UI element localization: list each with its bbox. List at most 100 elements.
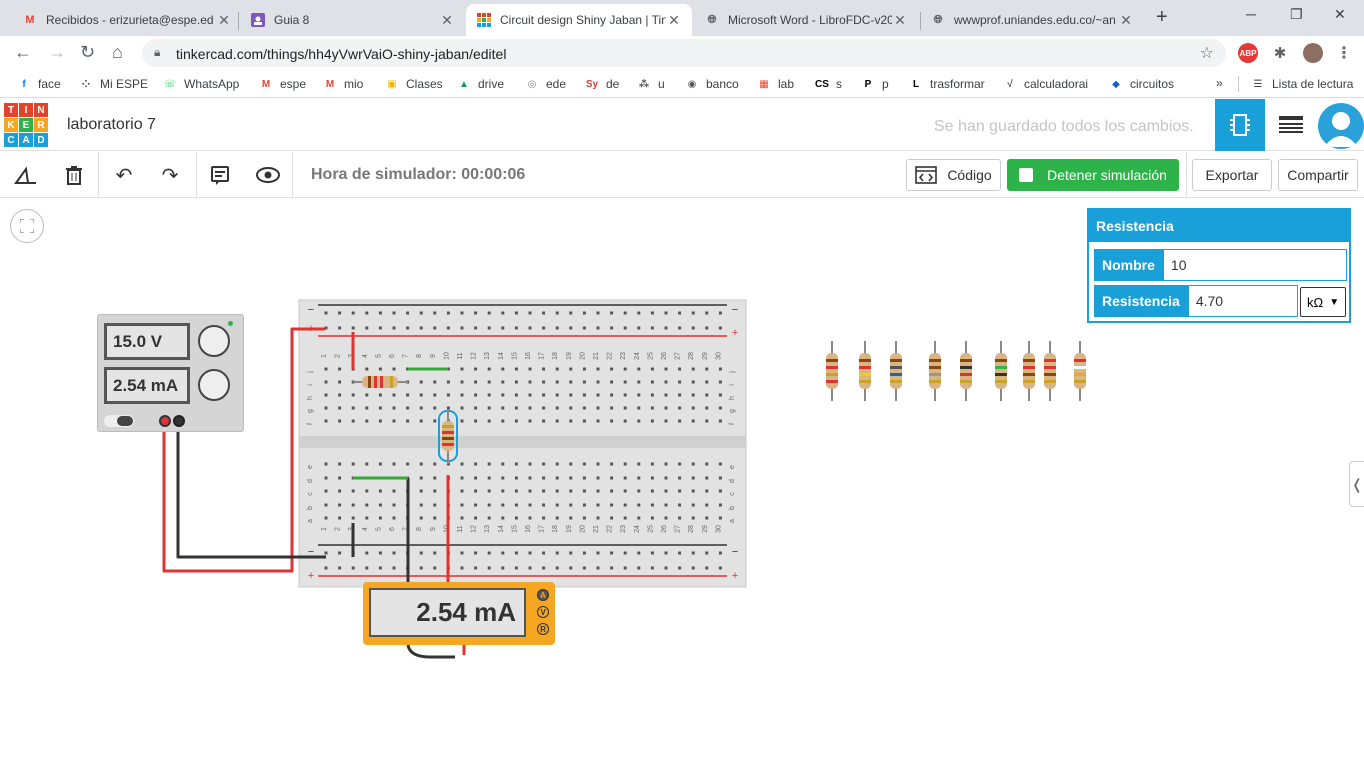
trash-icon[interactable] — [62, 163, 86, 187]
breadboard-label: 16 — [525, 352, 532, 360]
bookmark-label: s — [836, 77, 842, 91]
star-icon[interactable]: ☆ — [1200, 43, 1214, 63]
resistor-6[interactable] — [1023, 341, 1035, 401]
breadboard-label: 9 — [430, 354, 437, 358]
bookmark-14[interactable]: Ltrasformar — [908, 76, 985, 92]
forward-arrow-icon[interactable]: → — [48, 42, 66, 63]
export-button[interactable]: Exportar — [1192, 159, 1272, 191]
tab-uniandes[interactable]: 🌐︎ wwwprof.uniandes.edu.co/~an ✕ — [920, 4, 1144, 36]
address-bar[interactable]: 🔒︎ tinkercad.com/things/hh4yVwrVaiO-shin… — [142, 39, 1226, 67]
bookmark-9[interactable]: ⁂ u — [636, 76, 665, 92]
user-avatar[interactable] — [1318, 103, 1364, 149]
resistor-4[interactable] — [960, 341, 972, 401]
new-tab-button[interactable]: + — [1156, 6, 1168, 29]
bookmark-16[interactable]: ◆ circuitos — [1108, 76, 1174, 92]
code-button[interactable]: Código — [906, 159, 1001, 191]
redo-icon[interactable]: ↷ — [158, 163, 182, 187]
resistor-0[interactable] — [826, 341, 838, 401]
bookmark-1[interactable]: ⁘ Mi ESPE — [78, 76, 148, 92]
reading-list[interactable]: ☰ Lista de lectura — [1250, 76, 1354, 92]
tinkercad-logo[interactable]: TIN KER CAD — [4, 103, 48, 147]
resistor-8[interactable] — [1074, 341, 1086, 401]
menu-kebab-icon[interactable]: ⋮ — [1334, 43, 1354, 63]
breadboard-label: 29 — [702, 525, 709, 533]
resistor-3[interactable] — [929, 341, 941, 401]
bookmark-5[interactable]: ▣ Clases — [384, 76, 442, 92]
power-supply[interactable]: 15.0 V 2.54 mA — [97, 314, 244, 432]
resistor-1[interactable] — [859, 341, 871, 401]
resistor-2[interactable] — [890, 341, 902, 401]
bookmark-12[interactable]: CS s — [814, 76, 842, 92]
component-list-button[interactable] — [1266, 99, 1316, 151]
more-bookmarks-icon[interactable]: » — [1216, 76, 1223, 90]
power-switch[interactable] — [104, 415, 134, 427]
close-icon[interactable]: ✕ — [666, 12, 682, 29]
multimeter[interactable]: 2.54 mA A V R — [363, 582, 555, 645]
circuit-icon: ◆ — [1112, 78, 1120, 90]
bookmark-13[interactable]: Pp — [860, 76, 889, 92]
profile-avatar[interactable] — [1303, 43, 1323, 63]
breadboard-label: 23 — [620, 525, 627, 533]
stop-simulation-button[interactable]: Detener simulación — [1007, 159, 1179, 191]
mode-ammeter[interactable]: A — [537, 589, 549, 601]
bookmark-10[interactable]: ◉ banco — [684, 76, 739, 92]
bookmark-3[interactable]: Mespe — [258, 76, 306, 92]
close-icon[interactable]: ✕ — [439, 12, 455, 29]
unit-select[interactable]: kΩ ▼ — [1300, 287, 1346, 317]
tab-guia[interactable]: Guia 8 ✕ — [240, 4, 465, 36]
project-title[interactable]: laboratorio 7 — [67, 116, 156, 134]
bookmark-6[interactable]: ▲ drive — [456, 76, 504, 92]
close-icon[interactable]: ✕ — [892, 12, 908, 29]
resistance-field[interactable]: 4.70 — [1187, 285, 1298, 317]
undo-icon[interactable]: ↶ — [112, 163, 136, 187]
bookmarks-bar: f face ⁘ Mi ESPE ☏ WhatsApp Mespe Mmio ▣ Clases ▲ d… — [0, 70, 1364, 98]
close-window-button[interactable]: ✕ — [1334, 6, 1346, 23]
positive-terminal[interactable] — [159, 415, 171, 427]
home-icon[interactable]: ⌂ — [112, 42, 123, 63]
close-icon[interactable]: ✕ — [1118, 12, 1134, 29]
circuit-view-button[interactable] — [1215, 99, 1265, 151]
maximize-button[interactable]: ❐ — [1290, 6, 1303, 23]
mode-ohmmeter[interactable]: R — [537, 623, 549, 635]
breadboard-label: 13 — [484, 352, 491, 360]
breadboard-label: 4 — [362, 354, 369, 358]
tab-gmail[interactable]: M Recibidos - erizurieta@espe.ed ✕ — [12, 4, 242, 36]
drive-icon: ▲ — [459, 78, 469, 90]
bookmark-11[interactable]: ▦ lab — [756, 76, 794, 92]
resistor-5[interactable] — [995, 341, 1007, 401]
current-knob[interactable] — [198, 369, 230, 401]
tab-tinkercad[interactable]: Circuit design Shiny Jaban | Tin ✕ — [466, 4, 692, 36]
notes-icon[interactable] — [208, 163, 232, 187]
breadboard-label: 4 — [362, 527, 369, 531]
breadboard-label: 15 — [511, 352, 518, 360]
bookmark-7[interactable]: ◎ ede — [524, 76, 566, 92]
close-icon[interactable]: ✕ — [216, 12, 232, 29]
puzzle-icon[interactable]: ✱ — [1270, 43, 1290, 63]
back-arrow-icon[interactable]: ← — [14, 42, 32, 63]
reload-icon[interactable]: ↻ — [80, 42, 95, 63]
bookmark-2[interactable]: ☏ WhatsApp — [162, 76, 240, 92]
loose-resistors[interactable] — [826, 341, 1086, 401]
mode-voltmeter[interactable]: V — [537, 606, 549, 618]
p-icon: P — [864, 78, 872, 90]
breadboard-label: 8 — [416, 527, 423, 531]
voltage-knob[interactable] — [198, 325, 230, 357]
share-button[interactable]: Compartir — [1278, 159, 1358, 191]
adblock-icon[interactable]: ABP — [1238, 43, 1258, 63]
bookmark-0[interactable]: f face — [16, 76, 60, 92]
tab-title: Microsoft Word - LibroFDC-v20 — [728, 13, 892, 27]
circuit-workspace[interactable]: 1 1 2 2 3 3 4 4 5 5 6 6 7 7 8 8 9 9 10 10 11 11 12 12 13 13 14 14 15… — [0, 199, 1364, 768]
breadboard-label: 25 — [647, 352, 654, 360]
bookmark-15[interactable]: √ calculadorai — [1002, 76, 1088, 92]
tab-word[interactable]: 🌐︎ Microsoft Word - LibroFDC-v20 ✕ — [694, 4, 918, 36]
bookmark-8[interactable]: Sy de — [584, 76, 619, 92]
breadboard-label: 18 — [552, 525, 559, 533]
negative-terminal[interactable] — [173, 415, 185, 427]
side-panel-toggle[interactable]: ❬ — [1349, 461, 1364, 507]
bookmark-4[interactable]: Mmio — [322, 76, 364, 92]
minimize-button[interactable]: ─ — [1246, 6, 1256, 22]
name-field[interactable]: 10 — [1162, 249, 1347, 281]
eye-icon[interactable] — [256, 163, 280, 187]
resistor-7[interactable] — [1044, 341, 1056, 401]
rotate-icon[interactable] — [14, 163, 38, 187]
